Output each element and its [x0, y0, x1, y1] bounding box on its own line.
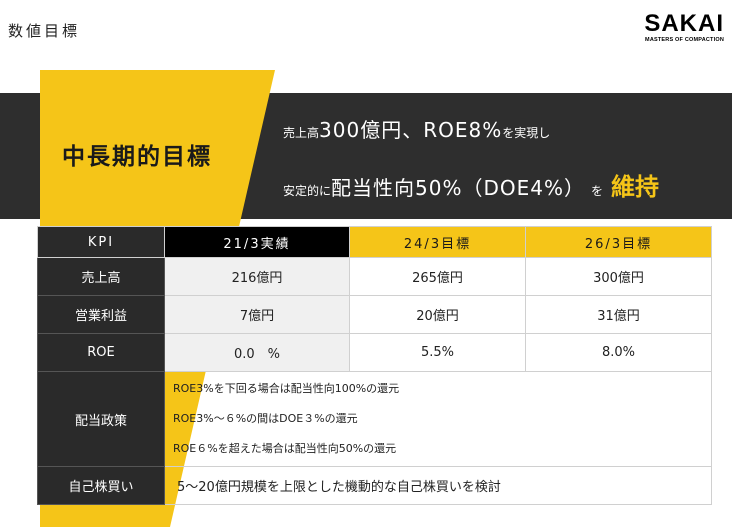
policy-line-1: ROE3%を下回る場合は配当性向100%の還元: [173, 382, 400, 395]
dividend-policy-text: ROE3%を下回る場合は配当性向100%の還元 ROE3%～６%の間はDOE３%…: [164, 371, 712, 467]
cell-sales-24: 265億円: [349, 257, 526, 296]
banner-line-2: 安定的に配当性向50%（DOE4%） を維持: [283, 167, 659, 202]
table-row-buyback: 自己株買い 5～20億円規模を上限とした機動的な自己株買いを検討: [37, 466, 712, 505]
page-title: 数値目標: [8, 22, 81, 40]
cell-roe-21: 0.0 %: [164, 333, 350, 372]
cell-roe-26: 8.0%: [525, 333, 712, 372]
policy-line-2: ROE3%～６%の間はDOE３%の還元: [173, 412, 358, 425]
row-label-roe: ROE: [37, 333, 165, 372]
banner-line-1-c: を実現し: [502, 126, 551, 140]
row-label-operating-profit: 営業利益: [37, 295, 165, 334]
table-row-dividend-policy: 配当政策 ROE3%を下回る場合は配当性向100%の還元 ROE3%～６%の間は…: [37, 371, 712, 467]
cell-roe-24: 5.5%: [349, 333, 526, 372]
row-label-dividend-policy: 配当政策: [37, 371, 165, 467]
banner-line-1: 売上高300億円、ROE8%を実現し: [283, 114, 550, 143]
banner-line-2-c: を: [590, 184, 603, 198]
header-21-3-actual: 21/3実績: [164, 226, 350, 258]
policy-line-3: ROE６%を超えた場合は配当性向50%の還元: [173, 442, 397, 455]
table-row-operating-profit: 営業利益 7億円 20億円 31億円: [37, 295, 712, 334]
buyback-text: 5～20億円規模を上限とした機動的な自己株買いを検討: [164, 466, 712, 505]
header-24-3-target: 24/3目標: [349, 226, 526, 258]
banner-line-1-a: 売上高: [283, 126, 320, 140]
banner-line-1-b: 300億円、ROE8%: [319, 118, 503, 142]
header-kpi: KPI: [37, 226, 165, 258]
table-header-row: KPI 21/3実績 24/3目標 26/3目標: [37, 226, 712, 258]
cell-op-24: 20億円: [349, 295, 526, 334]
sakai-logo: SAKAI MASTERS OF COMPACTION: [644, 10, 724, 44]
kpi-table: KPI 21/3実績 24/3目標 26/3目標 売上高 216億円 265億円…: [37, 226, 712, 505]
header-26-3-target: 26/3目標: [525, 226, 712, 258]
cell-sales-26: 300億円: [525, 257, 712, 296]
cell-op-26: 31億円: [525, 295, 712, 334]
banner-heading: 中長期的目標: [62, 144, 212, 170]
logo-wordmark: SAKAI: [644, 10, 724, 37]
table-row-sales: 売上高 216億円 265億円 300億円: [37, 257, 712, 296]
cell-op-21: 7億円: [164, 295, 350, 334]
banner-line-2-b: 配当性向50%（DOE4%）: [331, 176, 585, 200]
logo-tagline: MASTERS OF COMPACTION: [645, 37, 724, 43]
cell-sales-21: 216億円: [164, 257, 350, 296]
row-label-buyback: 自己株買い: [37, 466, 165, 505]
row-label-sales: 売上高: [37, 257, 165, 296]
banner-line-2-a: 安定的に: [283, 184, 332, 198]
banner-line-2-d: 維持: [611, 173, 659, 201]
table-row-roe: ROE 0.0 % 5.5% 8.0%: [37, 333, 712, 372]
